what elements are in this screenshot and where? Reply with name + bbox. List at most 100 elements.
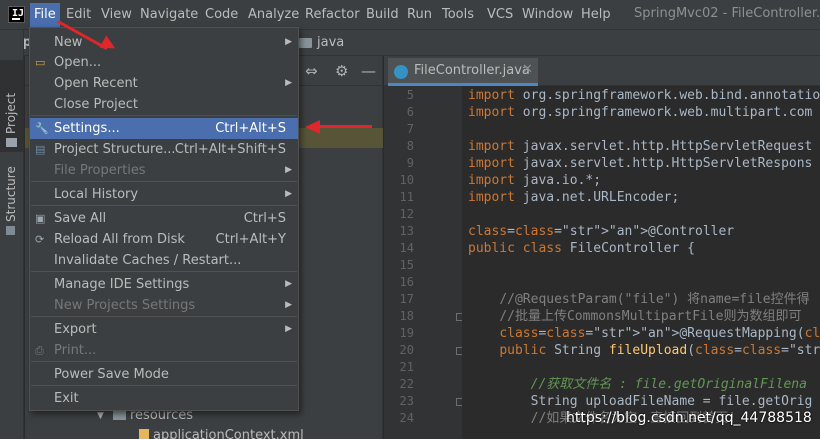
menu-item-label: Reload All from Disk: [54, 232, 185, 247]
menu-window[interactable]: Window: [522, 6, 573, 26]
code-line: class=class="str">"an">@RequestMapping(c…: [499, 326, 820, 341]
line-number: 14: [399, 241, 414, 255]
menu-item-label: Project Structure...: [54, 142, 176, 157]
menu-tools[interactable]: Tools: [442, 6, 474, 26]
menu-refactor[interactable]: Refactor: [305, 6, 360, 26]
menu-view[interactable]: View: [101, 6, 132, 26]
code-line: String uploadFileName = file.getOrig: [468, 394, 813, 409]
menu-separator: [31, 181, 297, 182]
code-editor[interactable]: import org.springframework.web.bind.anno…: [462, 86, 820, 439]
structure-icon: [6, 226, 15, 235]
line-number: 7: [406, 122, 414, 136]
menu-item-label: File Properties: [54, 163, 146, 178]
project-structure-icon: ▤: [35, 143, 46, 156]
line-number: 21: [399, 360, 414, 374]
menu-separator: [31, 361, 297, 362]
menu-file[interactable]: File: [30, 3, 60, 27]
folder-open-icon: ▭: [35, 56, 46, 69]
menu-item-file-properties: File Properties ▶: [30, 160, 298, 181]
reload-icon: ⟳: [35, 233, 45, 246]
breadcrumb-java[interactable]: java: [317, 35, 344, 50]
code-line: //批量上传CommonsMultipartFile则为数组即可: [499, 309, 802, 324]
menu-separator: [31, 115, 297, 116]
menu-item-label: New: [54, 35, 83, 50]
submenu-arrow-icon: ▶: [285, 78, 292, 88]
save-icon: ▣: [35, 212, 46, 225]
line-number: 17: [399, 292, 414, 306]
menu-item-label: Settings...: [54, 121, 120, 136]
java-class-icon: [394, 65, 408, 79]
editor-tab-label: FileController.java: [414, 63, 530, 78]
menu-navigate[interactable]: Navigate: [140, 6, 198, 26]
menu-item-open[interactable]: ▭ Open...: [30, 52, 298, 73]
menu-item-project-structure[interactable]: ▤ Project Structure... Ctrl+Alt+Shift+S: [30, 139, 298, 160]
menu-run[interactable]: Run: [407, 6, 432, 26]
menu-item-manage-ide-settings[interactable]: Manage IDE Settings ▶: [30, 274, 298, 295]
menu-analyze[interactable]: Analyze: [248, 6, 299, 26]
menu-item-local-history[interactable]: Local History ▶: [30, 184, 298, 205]
menu-item-shortcut: Ctrl+Alt+S: [215, 121, 286, 136]
print-icon: ⎙: [35, 344, 44, 357]
folder-icon: [299, 38, 312, 48]
code-line: import javax.servlet.http.HttpServletRes…: [468, 156, 813, 171]
menu-edit[interactable]: Edit: [66, 6, 91, 26]
menu-item-new-projects-settings: New Projects Settings ▶: [30, 295, 298, 316]
menu-item-new[interactable]: New ▶: [30, 32, 298, 53]
menu-item-save-all[interactable]: ▣ Save All Ctrl+S: [30, 208, 298, 229]
annotation-arrow-settings: [318, 125, 372, 128]
submenu-arrow-icon: ▶: [285, 279, 292, 289]
code-line: //@RequestParam("file") 将name=file控件得: [499, 292, 810, 307]
tree-item-application-context[interactable]: applicationContext.xml: [139, 426, 304, 439]
line-number: 13: [399, 224, 414, 238]
menu-help[interactable]: Help: [581, 6, 611, 26]
menu-item-exit[interactable]: Exit: [30, 388, 298, 409]
menu-item-export[interactable]: Export ▶: [30, 319, 298, 340]
code-line: import org.springframework.web.bind.anno…: [468, 88, 820, 103]
xml-file-icon: [139, 429, 149, 439]
line-number: 8: [406, 139, 414, 153]
menu-item-open-recent[interactable]: Open Recent ▶: [30, 73, 298, 94]
menu-item-print: ⎙ Print...: [30, 340, 298, 361]
line-number: 24: [399, 411, 414, 425]
menu-item-label: Local History: [54, 187, 139, 202]
line-number: 22: [399, 377, 414, 391]
menu-code[interactable]: Code: [205, 6, 238, 26]
menu-item-shortcut: Ctrl+Alt+Y: [215, 232, 286, 247]
menu-bar: IJ File Edit View Navigate Code Analyze …: [0, 0, 820, 30]
collapse-all-icon[interactable]: ⇔: [305, 62, 318, 80]
gear-icon[interactable]: ⚙: [335, 62, 348, 80]
annotation-arrowhead-settings: [305, 120, 320, 134]
line-number: 19: [399, 326, 414, 340]
line-number: 16: [399, 275, 414, 289]
menu-item-label: Exit: [54, 391, 79, 406]
code-line: import java.io.*;: [468, 173, 602, 188]
submenu-arrow-icon: ▶: [285, 37, 292, 47]
tree-item-label: applicationContext.xml: [153, 428, 304, 439]
tool-tab-structure[interactable]: Structure: [0, 166, 24, 240]
code-line: //获取文件名 : file.getOriginalFilena: [530, 377, 807, 392]
intellij-logo-icon: IJ: [8, 6, 25, 23]
menu-item-label: New Projects Settings: [54, 298, 196, 313]
menu-item-label: Save All: [54, 211, 107, 226]
menu-item-reload-all-from-disk[interactable]: ⟳ Reload All from Disk Ctrl+Alt+Y: [30, 229, 298, 250]
code-line: import javax.servlet.http.HttpServletReq…: [468, 139, 813, 154]
menu-item-settings[interactable]: 🔧 Settings... Ctrl+Alt+S: [30, 118, 298, 139]
line-number: 9: [406, 156, 414, 170]
menu-item-label: Manage IDE Settings: [54, 277, 190, 292]
minimize-icon[interactable]: —: [361, 62, 376, 80]
menu-item-close-project[interactable]: Close Project: [30, 94, 298, 115]
submenu-arrow-icon: ▶: [285, 165, 292, 175]
tool-window-strip: Project Structure: [0, 30, 24, 439]
line-number: 6: [406, 105, 414, 119]
code-line: class=class="str">"an">@Controller: [468, 224, 735, 239]
menu-vcs[interactable]: VCS: [487, 6, 513, 26]
tool-tab-project[interactable]: Project: [0, 60, 24, 152]
editor-tab-filecontroller[interactable]: FileController.java ✕: [388, 58, 538, 86]
menu-item-label: Invalidate Caches / Restart...: [54, 253, 242, 268]
menu-item-power-save-mode[interactable]: Power Save Mode: [30, 364, 298, 385]
menu-item-label: Close Project: [54, 97, 139, 112]
menu-build[interactable]: Build: [366, 6, 399, 26]
folder-icon: [113, 410, 126, 420]
close-icon[interactable]: ✕: [522, 62, 533, 77]
menu-item-invalidate-caches-restart[interactable]: Invalidate Caches / Restart...: [30, 250, 298, 271]
